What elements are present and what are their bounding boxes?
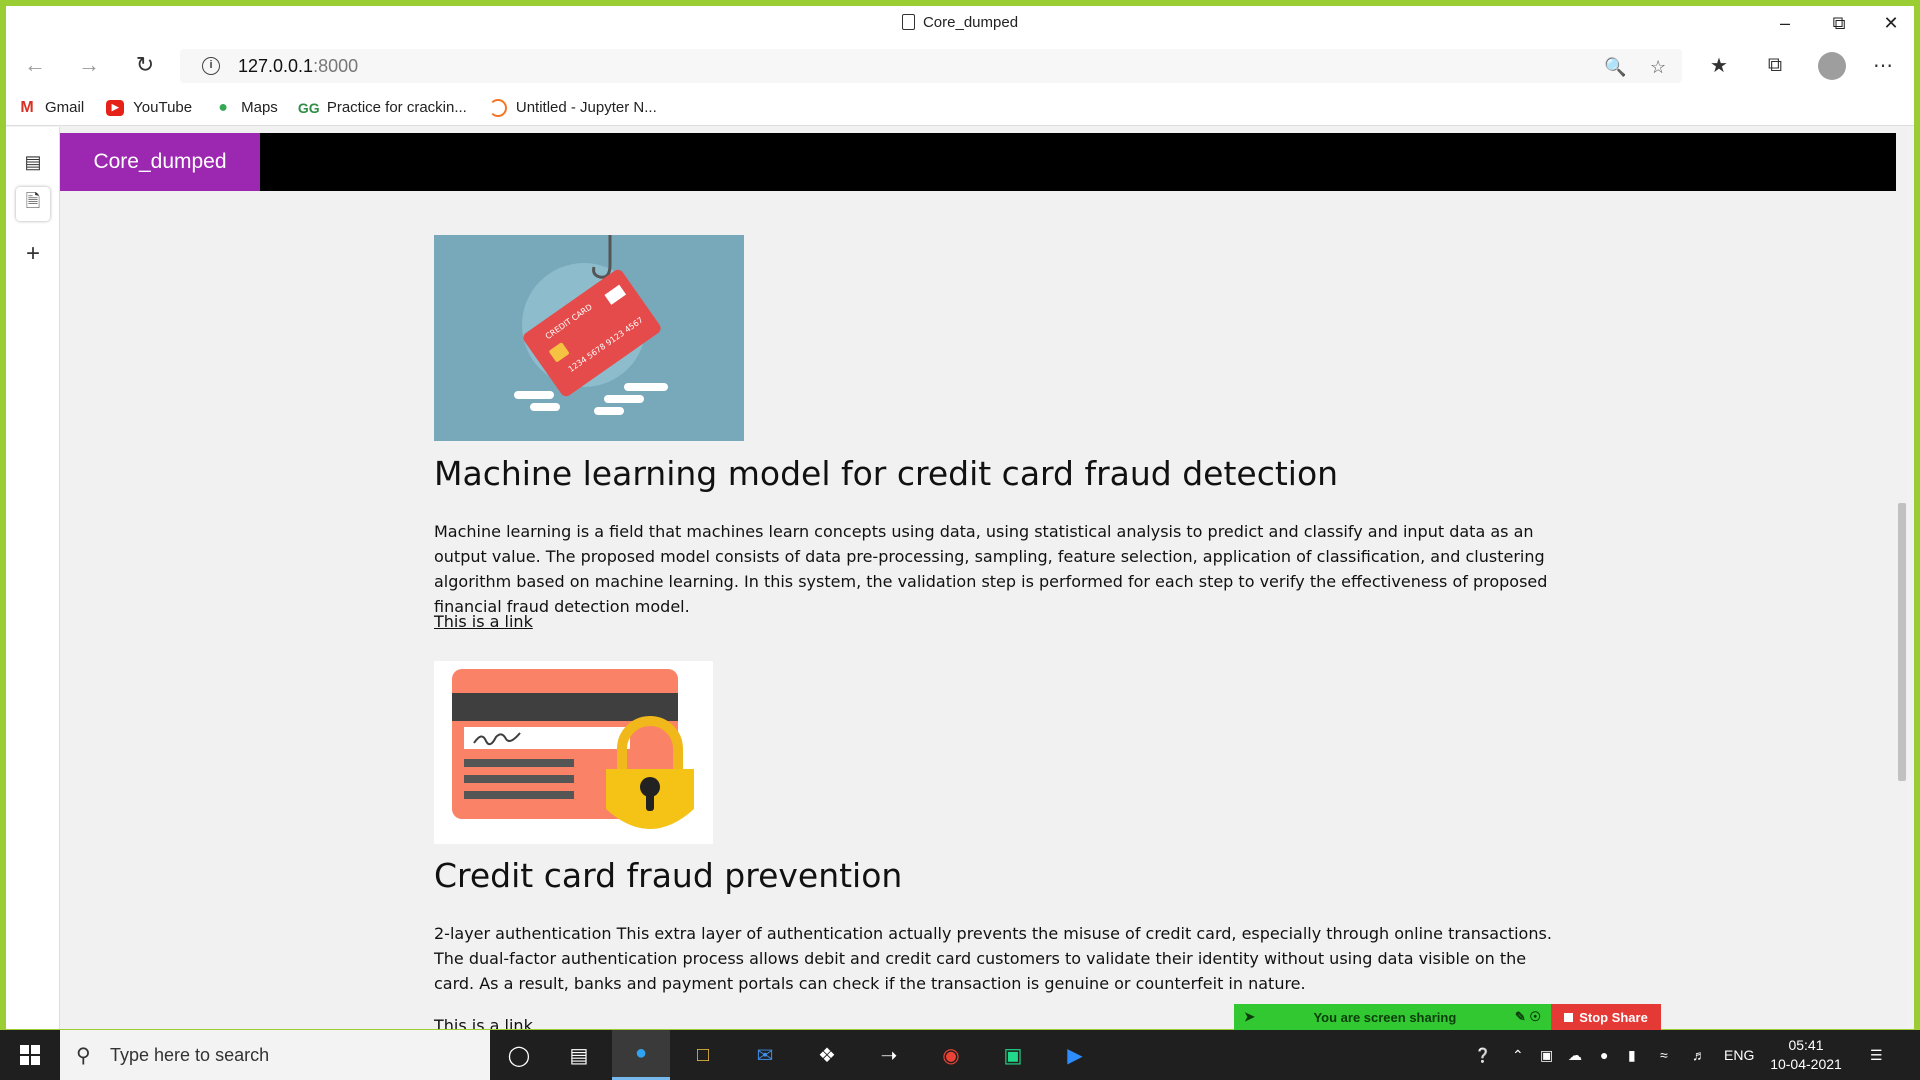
windows-taskbar: ⚲ Type here to search ◯ ▤ ● □ ✉ ❖ ➝ ◉ ▣ …: [0, 1030, 1920, 1080]
bookmark-jupyter[interactable]: Untitled - Jupyter N...: [488, 98, 657, 117]
system-clock[interactable]: 05:41 10-04-2021: [1766, 1036, 1846, 1074]
lightning-app-icon[interactable]: ➝: [860, 1030, 918, 1080]
language-indicator[interactable]: ENG: [1724, 1030, 1754, 1080]
window-title-text: Core_dumped: [922, 14, 1019, 31]
bookmark-label: Gmail: [45, 99, 85, 116]
scrollbar-thumb[interactable]: [1898, 503, 1906, 781]
close-button[interactable]: ✕: [1868, 10, 1914, 36]
section-link-fraud-prevention[interactable]: This is a link: [434, 1016, 533, 1029]
add-favorite-icon[interactable]: ☆: [1650, 57, 1666, 78]
web-page: Core_dumped CREDIT CARD 1234 5678 9123 4…: [60, 127, 1908, 1029]
tray-chevron-icon[interactable]: ⌃: [1512, 1030, 1524, 1080]
collections-icon[interactable]: ⧉: [1758, 50, 1792, 80]
geeksforgeeks-icon: GG: [297, 99, 320, 116]
site-info-icon[interactable]: i: [202, 57, 220, 75]
bookmark-gmail[interactable]: M Gmail: [18, 98, 85, 117]
bookmark-label: Practice for crackin...: [326, 99, 467, 116]
edge-icon[interactable]: ●: [612, 1030, 670, 1080]
drag-handle-icon[interactable]: ➤: [1244, 1009, 1255, 1025]
youtube-icon: ▶: [106, 99, 125, 116]
notifications-icon[interactable]: ☰: [1870, 1030, 1883, 1080]
tab-page-icon[interactable]: 🗎: [16, 187, 50, 221]
zoom-icon[interactable]: 🔍: [1604, 57, 1626, 78]
favorites-icon[interactable]: ★: [1702, 50, 1736, 80]
bookmark-geeksforgeeks[interactable]: GG Practice for crackin...: [297, 99, 467, 116]
task-view-icon[interactable]: ▤: [550, 1030, 608, 1080]
file-explorer-icon[interactable]: □: [674, 1030, 732, 1080]
dropbox-icon[interactable]: ❖: [798, 1030, 856, 1080]
forward-icon[interactable]: →: [72, 50, 106, 80]
profile-avatar[interactable]: [1818, 52, 1846, 80]
section-body-fraud-detection: Machine learning is a field that machine…: [434, 522, 1548, 616]
share-settings-icon[interactable]: ✎ ☉: [1515, 1009, 1541, 1025]
start-button[interactable]: [0, 1030, 60, 1080]
taskbar-search[interactable]: ⚲ Type here to search: [60, 1030, 490, 1080]
window-title: Core_dumped: [6, 14, 1914, 31]
mail-icon[interactable]: ✉: [736, 1030, 794, 1080]
section-title-fraud-detection: Machine learning model for credit card f…: [434, 454, 1339, 493]
bookmark-youtube[interactable]: ▶ YouTube: [106, 99, 192, 116]
jupyter-icon: [488, 98, 507, 117]
site-brand[interactable]: Core_dumped: [60, 133, 260, 191]
new-tab-icon[interactable]: +: [16, 237, 50, 271]
page-scrollbar[interactable]: [1896, 127, 1908, 1029]
microphone-icon[interactable]: ●: [1600, 1030, 1608, 1080]
credit-card-fishing-image: CREDIT CARD 1234 5678 9123 4567: [434, 235, 744, 441]
bookmark-label: Maps: [241, 99, 278, 116]
section-link-fraud-detection[interactable]: This is a link: [434, 612, 533, 631]
screen-share-status[interactable]: ➤ You are screen sharing ✎ ☉: [1234, 1004, 1551, 1030]
chrome-icon[interactable]: ◉: [922, 1030, 980, 1080]
bookmarks-bar: M Gmail ▶ YouTube ● Maps GG Practice for cra…: [6, 90, 1914, 126]
section-body-fraud-prevention: 2-layer authentication This extra layer …: [434, 924, 1552, 993]
clock-date: 10-04-2021: [1770, 1056, 1842, 1072]
wifi-icon[interactable]: ≈: [1660, 1030, 1668, 1080]
credit-card-lock-image: [434, 661, 713, 844]
onedrive-icon[interactable]: ☁: [1568, 1030, 1582, 1080]
section-title-fraud-prevention: Credit card fraud prevention: [434, 856, 903, 895]
refresh-icon[interactable]: ↻: [128, 50, 162, 80]
stop-icon: [1564, 1012, 1574, 1022]
meet-icon[interactable]: ▣: [1540, 1030, 1553, 1080]
vertical-tabs-sidebar: ▤ 🗎 +: [6, 127, 60, 1029]
search-icon: ⚲: [76, 1045, 91, 1067]
url-port: :8000: [313, 56, 359, 76]
cortana-icon[interactable]: ◯: [490, 1030, 548, 1080]
battery-icon[interactable]: ▮: [1628, 1030, 1636, 1080]
navigation-bar: ← → ↻ i 127.0.0.1:8000 🔍 ☆ ★ ⧉ ⋯: [6, 40, 1914, 90]
screen-share-status-text: You are screen sharing: [1313, 1009, 1457, 1025]
zoom-app-icon[interactable]: ▶: [1046, 1030, 1104, 1080]
browser-window: Core_dumped – ⧉ ✕ ← → ↻ i 127.0.0.1:8000…: [6, 6, 1914, 1029]
url-host: 127.0.0.1: [238, 56, 314, 76]
search-placeholder: Type here to search: [110, 1044, 270, 1065]
page-icon: [901, 14, 915, 30]
bookmark-maps[interactable]: ● Maps: [214, 98, 278, 117]
tab-actions-icon[interactable]: ▤: [16, 145, 50, 179]
back-icon[interactable]: ←: [18, 50, 52, 80]
restore-button[interactable]: ⧉: [1816, 10, 1862, 36]
clock-time: 05:41: [1788, 1037, 1824, 1053]
title-bar: Core_dumped – ⧉ ✕: [6, 6, 1914, 40]
site-navbar: Core_dumped: [60, 133, 1900, 191]
minimize-button[interactable]: –: [1762, 10, 1808, 36]
more-icon[interactable]: ⋯: [1866, 50, 1900, 80]
pycharm-icon[interactable]: ▣: [984, 1030, 1042, 1080]
windows-logo-icon: [20, 1045, 40, 1065]
help-icon[interactable]: ❔: [1474, 1030, 1491, 1080]
bookmark-label: Untitled - Jupyter N...: [515, 99, 657, 116]
maps-icon: ●: [218, 98, 228, 116]
stop-share-label: Stop Share: [1579, 1009, 1648, 1025]
address-url[interactable]: 127.0.0.1:8000: [238, 56, 358, 77]
bookmark-label: YouTube: [133, 99, 193, 116]
address-bar[interactable]: i 127.0.0.1:8000 🔍 ☆: [180, 49, 1682, 83]
stop-share-button[interactable]: Stop Share: [1551, 1004, 1661, 1030]
screen-share-bar: ➤ You are screen sharing ✎ ☉ Stop Share: [1234, 1004, 1661, 1030]
gmail-icon: M: [20, 98, 34, 116]
volume-icon[interactable]: ♬: [1692, 1030, 1706, 1080]
